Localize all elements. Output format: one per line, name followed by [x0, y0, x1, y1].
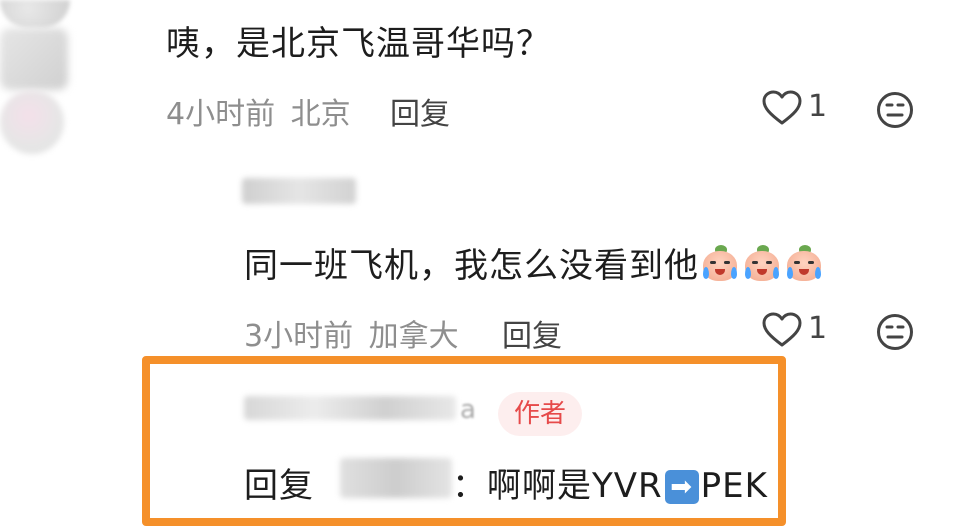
comment-3-text-before: 啊啊是YVR	[487, 466, 663, 506]
comment-2-meta: 3小时前 加拿大	[244, 311, 459, 355]
avatar-author[interactable]	[0, 90, 64, 154]
crying-face-emoji	[701, 245, 741, 283]
author-name-tail: a	[460, 395, 476, 425]
comment-1-like-count: 1	[808, 89, 828, 124]
comment-2-location: 加拿大	[368, 319, 459, 354]
crying-face-emoji	[743, 245, 783, 283]
comment-2-like-count: 1	[808, 311, 828, 346]
comment-3-text-after: PEK	[700, 466, 768, 506]
neutral-face-icon[interactable]	[876, 313, 914, 351]
comment-2-text: 同一班飞机，我怎么没看到他	[244, 246, 699, 286]
neutral-face-icon[interactable]	[876, 91, 914, 129]
comment-1-location: 北京	[290, 97, 351, 132]
comment-1-time: 4小时前	[166, 97, 276, 132]
comment-3-text-row: ：啊啊是YVR ➡ PEK	[452, 458, 768, 507]
avatar-commenter-2[interactable]	[0, 28, 68, 90]
crying-face-emoji	[785, 245, 825, 283]
comment-3-colon: ：	[452, 466, 487, 506]
commenter-2-name[interactable]	[242, 178, 356, 204]
mentioned-user-name[interactable]	[340, 458, 452, 498]
like-heart-icon[interactable]	[762, 90, 802, 126]
comment-2-time: 3小时前	[244, 319, 354, 354]
comment-2-text-row: 同一班飞机，我怎么没看到他	[244, 238, 825, 287]
comment-1-text: 咦，是北京飞温哥华吗？	[166, 24, 551, 64]
author-badge: 作者	[498, 392, 582, 436]
author-name[interactable]	[244, 396, 456, 420]
like-heart-icon[interactable]	[762, 312, 802, 348]
comment-3-reply-prefix: 回复	[244, 466, 314, 506]
right-arrow-icon: ➡	[664, 470, 699, 504]
avatar-commenter-1[interactable]	[0, 0, 70, 28]
comment-1-meta: 4小时前 北京	[166, 89, 351, 133]
comment-2-reply-button[interactable]: 回复	[502, 311, 562, 355]
comment-1-reply-button[interactable]: 回复	[390, 89, 450, 133]
